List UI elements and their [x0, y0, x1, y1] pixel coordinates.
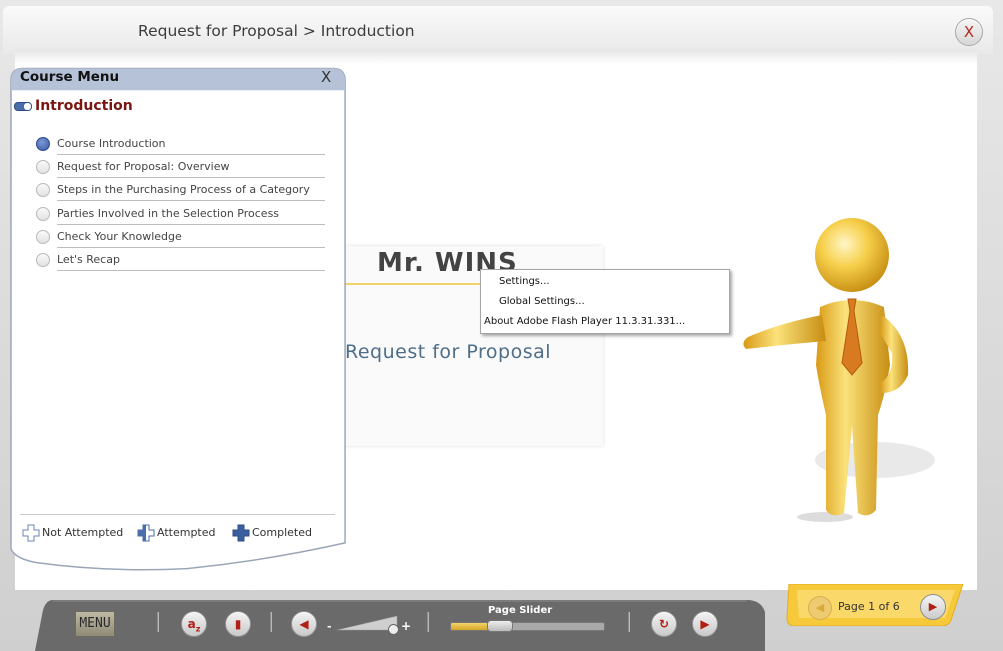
- resources-button[interactable]: ▮: [225, 611, 251, 637]
- context-menu-settings[interactable]: Settings...: [499, 276, 550, 287]
- not-attempted-icon: [36, 207, 50, 221]
- menu-item-label: Steps in the Purchasing Process of a Cat…: [57, 183, 310, 196]
- presenter-figure-image: [743, 218, 935, 522]
- course-menu-title: Course Menu: [20, 69, 120, 85]
- legend-label: Attempted: [157, 526, 216, 539]
- page-counter: Page 1 of 6: [838, 600, 900, 613]
- toolbar-divider: [427, 612, 429, 632]
- plus-outline-icon: [22, 524, 40, 542]
- menu-item-purchasing-steps[interactable]: Steps in the Purchasing Process of a Cat…: [35, 178, 325, 201]
- speaker-icon: ◀: [299, 617, 309, 631]
- legend-label: Completed: [252, 526, 312, 539]
- play-button[interactable]: ▶: [692, 611, 718, 637]
- menu-item-course-introduction[interactable]: Course Introduction: [35, 132, 325, 155]
- plus-filled-icon: [232, 524, 250, 542]
- menu-item-rfp-overview[interactable]: Request for Proposal: Overview: [35, 155, 325, 178]
- menu-item-label: Parties Involved in the Selection Proces…: [57, 207, 280, 220]
- menu-item-lets-recap[interactable]: Let's Recap: [35, 248, 325, 271]
- flash-context-menu: Settings... Global Settings... About Ado…: [480, 269, 730, 334]
- stage-top-shade: [15, 50, 977, 64]
- slide-subtitle: Request for Proposal: [345, 341, 552, 363]
- previous-page-button[interactable]: ◀: [808, 596, 832, 620]
- mute-button[interactable]: ◀: [291, 611, 317, 637]
- menu-item-check-knowledge[interactable]: Check Your Knowledge: [35, 225, 325, 248]
- legend-label: Not Attempted: [42, 526, 124, 539]
- section-toggle-icon[interactable]: [14, 102, 32, 111]
- menu-item-label: Course Introduction: [57, 137, 166, 150]
- menu-button[interactable]: MENU: [75, 611, 115, 637]
- volume-plus-label: +: [401, 619, 412, 633]
- menu-item-divider: [57, 200, 325, 201]
- context-menu-about-flash[interactable]: About Adobe Flash Player 11.3.31.331...: [484, 316, 685, 327]
- az-glossary-icon: az: [187, 617, 201, 634]
- not-attempted-icon: [36, 253, 50, 267]
- replay-icon: ↻: [658, 617, 670, 631]
- menu-item-label: Check Your Knowledge: [57, 230, 182, 243]
- volume-knob[interactable]: [388, 624, 399, 635]
- play-icon: ▶: [700, 617, 710, 631]
- context-menu-global-settings[interactable]: Global Settings...: [499, 296, 585, 307]
- not-attempted-icon: [36, 160, 50, 174]
- toolbar-divider: [628, 612, 630, 632]
- not-attempted-icon: [36, 183, 50, 197]
- toolbar-divider: [157, 612, 159, 632]
- document-icon: ▮: [234, 617, 242, 631]
- menu-item-parties-involved[interactable]: Parties Involved in the Selection Proces…: [35, 202, 325, 225]
- breadcrumb-title: Request for Proposal > Introduction: [138, 22, 415, 40]
- menu-item-label: Request for Proposal: Overview: [57, 160, 230, 173]
- page-slider-label: Page Slider: [488, 605, 553, 616]
- replay-button[interactable]: ↻: [651, 611, 677, 637]
- page-slider-thumb[interactable]: [487, 620, 513, 632]
- menu-item-divider: [57, 270, 325, 271]
- section-title-introduction[interactable]: Introduction: [35, 98, 133, 114]
- course-menu-close-button[interactable]: X: [321, 68, 331, 86]
- glossary-button[interactable]: az: [181, 611, 207, 637]
- close-player-button[interactable]: X: [955, 18, 983, 46]
- next-page-button[interactable]: ▶: [920, 594, 946, 620]
- volume-minus-label: -: [327, 620, 332, 633]
- menu-item-label: Let's Recap: [57, 253, 120, 266]
- plus-half-filled-icon: [137, 524, 155, 542]
- legend-divider: [20, 514, 335, 515]
- current-topic-icon: [36, 137, 50, 151]
- toolbar-divider: [270, 612, 272, 632]
- not-attempted-icon: [36, 230, 50, 244]
